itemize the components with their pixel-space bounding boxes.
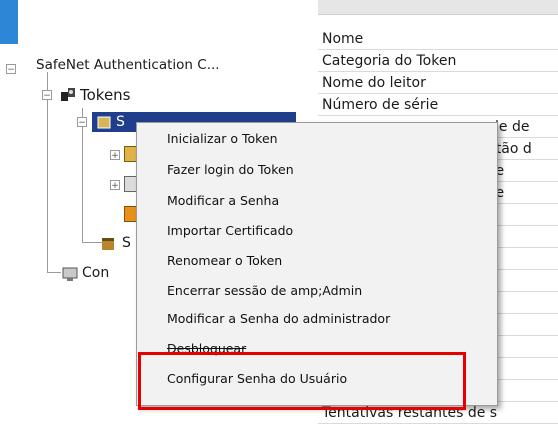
tree-connector [47,272,61,273]
console-icon [62,266,78,282]
tree-tokens-label[interactable]: Tokens [80,86,131,104]
tree-root-label[interactable]: SafeNet Authentication C... [36,56,220,74]
menu-item-end-admin-session[interactable]: Encerrar sessão de amp;Admin [167,281,362,301]
menu-item-change-admin-password[interactable]: Modificar a Senha do administrador [167,309,390,329]
properties-header-strip [318,0,558,15]
token-icon [96,114,112,130]
tree-connector [47,72,48,272]
property-name: Nome [318,28,558,50]
selected-token-label[interactable]: S [116,113,125,131]
menu-item-token-login[interactable]: Fazer login do Token [167,160,294,180]
menu-item-rename-token[interactable]: Renomear o Token [167,251,282,271]
property-name: Categoria do Token [318,50,558,72]
menu-item-import-certificate[interactable]: Importar Certificado [167,221,293,241]
menu-item-change-password[interactable]: Modificar a Senha [167,191,279,211]
property-name: Nome do leitor [318,72,558,94]
property-name: Número de série [318,94,558,116]
expand-toggle[interactable]: − [42,90,52,101]
settings-icon [100,236,116,252]
expand-toggle[interactable]: + [110,180,120,191]
tree-con-label[interactable]: Con [82,264,109,282]
tokens-icon [60,86,76,102]
tree-s-label[interactable]: S [122,234,131,252]
tree-connector [82,108,83,242]
expand-toggle[interactable]: − [6,64,16,75]
menu-item-initialize-token[interactable]: Inicializar o Token [167,129,278,149]
expand-toggle[interactable]: + [110,150,120,161]
expand-toggle[interactable]: − [77,117,87,128]
annotation-highlight-box [138,352,466,410]
